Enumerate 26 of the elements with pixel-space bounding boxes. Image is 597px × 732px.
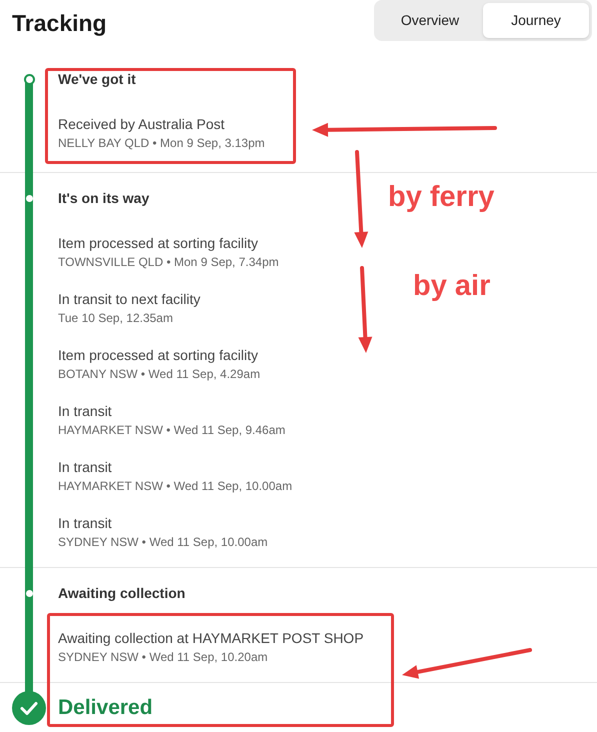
event-meta: NELLY BAY QLD • Mon 9 Sep, 3.13pm (58, 135, 265, 152)
stage-heading: Awaiting collection (58, 584, 186, 603)
event-title: In transit (58, 514, 112, 533)
check-circle-icon (12, 691, 46, 725)
page-title: Tracking (12, 9, 107, 38)
event-title: In transit (58, 458, 112, 477)
stage-heading: We've got it (58, 70, 136, 89)
event-meta: SYDNEY NSW • Wed 11 Sep, 10.20am (58, 649, 268, 666)
tab[interactable]: Overview (377, 3, 483, 38)
delivered-status: Delivered (58, 695, 153, 721)
event-title: In transit to next facility (58, 290, 200, 309)
event-meta: BOTANY NSW • Wed 11 Sep, 4.29am (58, 366, 260, 383)
event-meta: SYDNEY NSW • Wed 11 Sep, 10.00am (58, 534, 268, 551)
event-title: Received by Australia Post (58, 115, 225, 134)
event-title: In transit (58, 402, 112, 421)
annotation-note: by ferry (388, 180, 494, 215)
stage-heading: It's on its way (58, 189, 150, 208)
tab[interactable]: Journey (483, 3, 589, 38)
event-meta: HAYMARKET NSW • Wed 11 Sep, 10.00am (58, 478, 292, 495)
event-title: Item processed at sorting facility (58, 346, 258, 365)
event-title: Awaiting collection at HAYMARKET POST SHOP (58, 629, 364, 648)
event-title: Item processed at sorting facility (58, 234, 258, 253)
annotation-note: by air (413, 269, 490, 304)
event-meta: TOWNSVILLE QLD • Mon 9 Sep, 7.34pm (58, 254, 279, 271)
event-meta: Tue 10 Sep, 12.35am (58, 310, 173, 327)
event-meta: HAYMARKET NSW • Wed 11 Sep, 9.46am (58, 422, 286, 439)
